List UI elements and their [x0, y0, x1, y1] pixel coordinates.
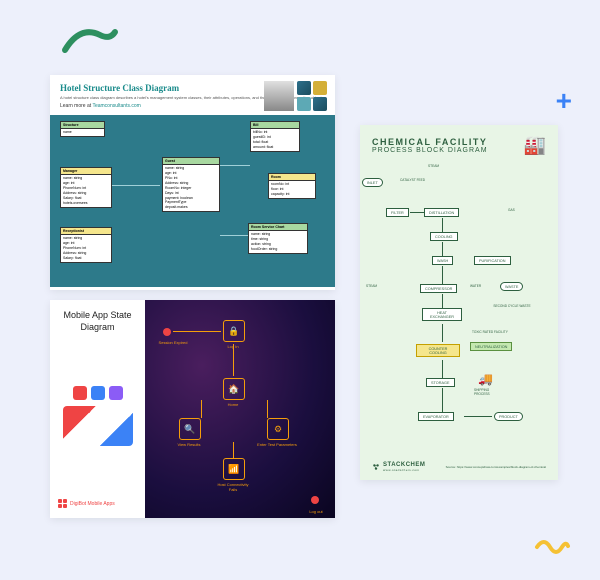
- chem-node-wash: WASH: [432, 256, 453, 265]
- chem-label-shipping: SHIPPING PROCESS: [474, 388, 504, 396]
- chem-node-filter: FILTER: [386, 208, 409, 217]
- decoration-plus-icon: +: [556, 85, 572, 117]
- chem-subtitle: PROCESS BLOCK DIAGRAM: [372, 147, 546, 154]
- mobile-title: Mobile App State Diagram: [58, 310, 137, 333]
- chem-node-counter-cooling: COUNTER COOLING: [416, 344, 460, 357]
- mobile-brand: DigiBot Mobile Apps: [58, 499, 137, 508]
- chat-icon: [91, 386, 105, 400]
- chem-node-compressor: COMPRESSOR: [420, 284, 457, 293]
- state-label-enter: Enter Test Parameters: [257, 442, 297, 447]
- mobile-state-canvas: Session Expired 🔒 Log In 🏠 Home 🔍 View R…: [145, 300, 335, 518]
- mobile-diagram-card[interactable]: Mobile App State Diagram DigiBot Mobile …: [50, 300, 335, 518]
- hotel-header: Hotel Structure Class Diagram A hotel st…: [50, 75, 335, 115]
- state-view-result: 🔍: [179, 418, 201, 440]
- people-illustration-icon: [63, 406, 133, 446]
- chem-label-toxic: TOXIC RATED FACILITY: [472, 330, 508, 334]
- uml-class-room: RoomroomNo: int floor: int capacity: int: [268, 173, 316, 199]
- chem-label-second-cycle: SECOND CYCLE WASTE: [490, 304, 534, 308]
- chem-node-cooling: COOLING: [430, 232, 458, 241]
- chem-node-distillation: DISTILLATION: [424, 208, 459, 217]
- state-home: 🏠: [223, 378, 245, 400]
- chemical-diagram-card[interactable]: CHEMICAL FACILITY PROCESS BLOCK DIAGRAM …: [360, 125, 558, 480]
- chem-brand: STACKCHEM www.stackchem.com: [372, 462, 425, 472]
- hotel-header-icons: [264, 81, 327, 111]
- chem-node-neutralization: NEUTRALIZATION: [470, 342, 512, 351]
- lightbulb-icon: [109, 386, 123, 400]
- chem-node-waste: WASTE: [500, 282, 523, 291]
- state-label-wifi: Host Connectivity Fails: [213, 482, 253, 492]
- state-label-logout: Log out: [301, 509, 331, 514]
- state-wifi: 📶: [223, 458, 245, 480]
- chem-flow-canvas: STEAM INLET CATALYST FEED FILTER DISTILL…: [360, 160, 558, 450]
- chem-label-catalyst: CATALYST FEED: [400, 178, 425, 182]
- chem-node-inlet: INLET: [362, 178, 383, 187]
- chem-label-steam: STEAM: [428, 164, 439, 168]
- state-enter-test: ⚙: [267, 418, 289, 440]
- gear-icon: [73, 386, 87, 400]
- mobile-sidebar: Mobile App State Diagram DigiBot Mobile …: [50, 300, 145, 518]
- building-photo-icon: [264, 81, 294, 111]
- state-label-session: Session Expired: [153, 340, 193, 345]
- hotel-diagram-card[interactable]: Hotel Structure Class Diagram A hotel st…: [50, 75, 335, 290]
- hotel-uml-canvas: Structurename Managername: string age: i…: [50, 115, 335, 287]
- factory-icon: 🏭: [524, 135, 546, 156]
- chem-label-water: WATER: [470, 284, 481, 288]
- uml-class-room-service: Room Service Chartname: string time: str…: [248, 223, 308, 254]
- chem-node-product: PRODUCT: [494, 412, 523, 421]
- chem-node-purification: PURIFICATION: [474, 256, 511, 265]
- brand-logo-icon: [58, 499, 67, 508]
- uml-class-manager: Managername: string age: int PhoneNum: i…: [60, 167, 112, 207]
- chem-node-storage: STORAGE: [426, 378, 455, 387]
- state-label-view: View Results: [169, 442, 209, 447]
- mobile-illustration: [58, 333, 137, 499]
- chem-title: CHEMICAL FACILITY: [372, 137, 546, 147]
- molecule-icon: [372, 463, 380, 471]
- state-label-home: Home: [213, 402, 253, 407]
- uml-class-structure: Structurename: [60, 121, 105, 137]
- start-dot-icon: [163, 328, 171, 336]
- chem-label-gas: GAS: [508, 208, 515, 212]
- state-login: 🔒: [223, 320, 245, 342]
- chem-footer: STACKCHEM www.stackchem.com Source: http…: [372, 462, 546, 472]
- decoration-squiggle-green: [60, 20, 120, 60]
- truck-icon: 🚚: [478, 372, 493, 386]
- end-dot-icon: [311, 496, 319, 504]
- decoration-squiggle-yellow: [532, 532, 572, 562]
- chem-header: CHEMICAL FACILITY PROCESS BLOCK DIAGRAM …: [360, 125, 558, 160]
- chem-node-heat: HEAT EXCHANGER: [422, 308, 462, 321]
- uml-class-receptionist: Receptionistname: string age: int PhoneN…: [60, 227, 112, 262]
- chem-node-evaporator: EVAPORATOR: [418, 412, 454, 421]
- uml-class-bill: BillbillNo: int guestID: int total: floa…: [250, 121, 300, 152]
- uml-class-guest: Guestname: string age: int PNo: int Addr…: [162, 157, 220, 212]
- chem-credit: Source: https://www.conceptdraw.com/exam…: [446, 465, 546, 469]
- chem-label-steam2: STEAM: [366, 284, 377, 288]
